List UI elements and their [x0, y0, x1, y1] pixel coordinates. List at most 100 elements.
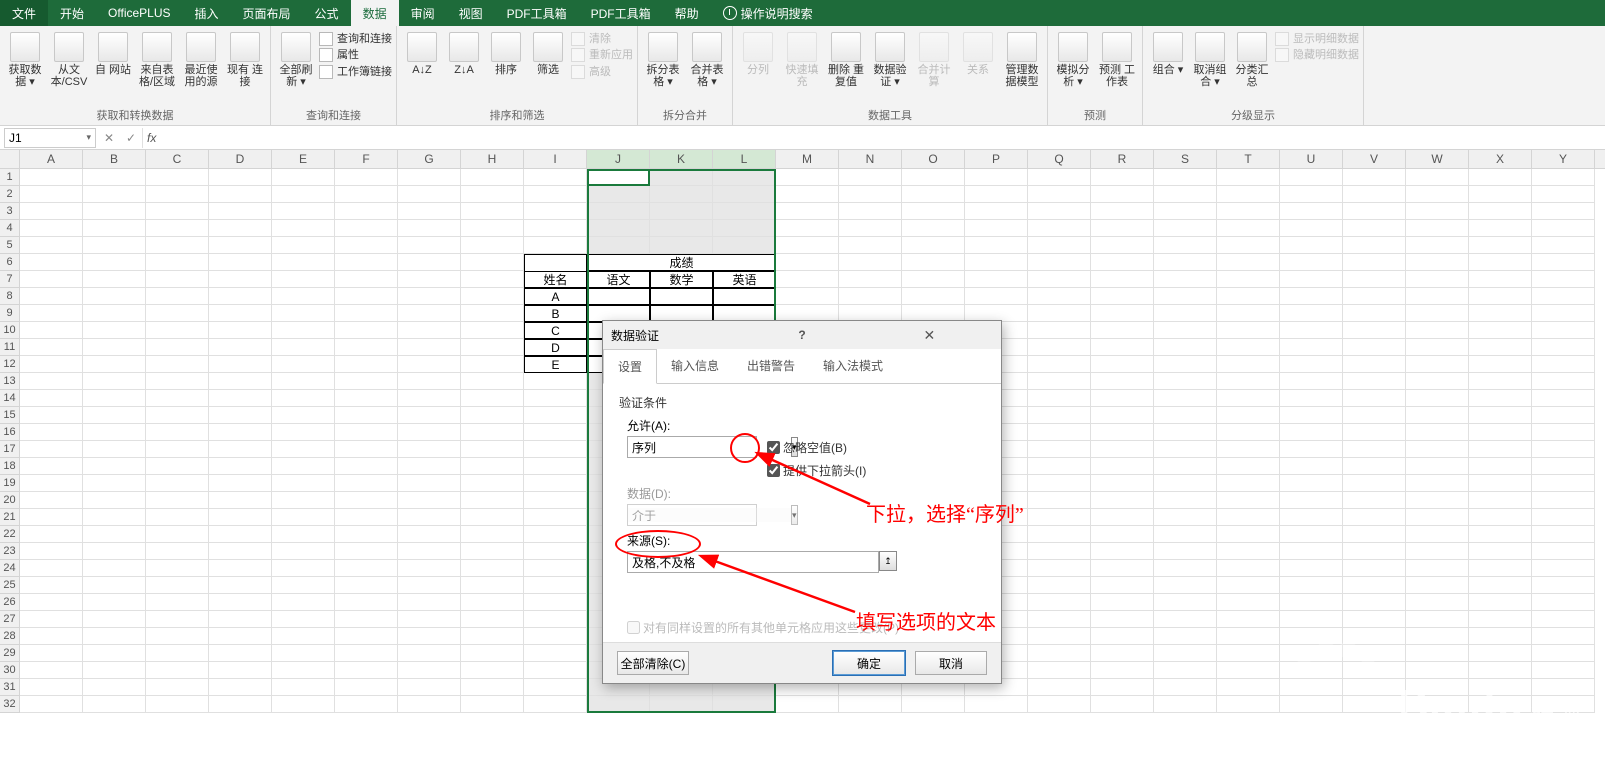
cell[interactable] [1091, 203, 1154, 220]
cell[interactable] [1469, 492, 1532, 509]
cell[interactable] [1217, 679, 1280, 696]
cell[interactable] [1154, 611, 1217, 628]
cell[interactable] [965, 186, 1028, 203]
cell[interactable] [209, 203, 272, 220]
close-icon[interactable]: ✕ [866, 327, 993, 344]
cell[interactable] [1532, 526, 1595, 543]
cell[interactable] [1154, 373, 1217, 390]
cell[interactable] [83, 594, 146, 611]
cell[interactable] [1154, 288, 1217, 305]
cell[interactable] [146, 509, 209, 526]
ribbon-button[interactable]: 取消组合 ▾ [1189, 28, 1231, 88]
cell[interactable] [1280, 254, 1343, 271]
cell[interactable] [1091, 271, 1154, 288]
row-header[interactable]: 1 [0, 169, 20, 186]
cell[interactable] [146, 407, 209, 424]
cell[interactable] [1028, 407, 1091, 424]
cell[interactable] [146, 169, 209, 186]
cell[interactable] [335, 475, 398, 492]
cell[interactable] [1406, 203, 1469, 220]
ribbon-small-item[interactable]: 属性 [319, 48, 392, 62]
cell[interactable] [1091, 577, 1154, 594]
col-header[interactable]: E [272, 150, 335, 168]
row-header[interactable]: 19 [0, 475, 20, 492]
cell[interactable] [1217, 305, 1280, 322]
cell[interactable] [650, 169, 713, 186]
cell[interactable] [1469, 628, 1532, 645]
cell[interactable] [524, 662, 587, 679]
cell[interactable] [1091, 696, 1154, 713]
row-header[interactable]: 6 [0, 254, 20, 271]
cell[interactable] [587, 696, 650, 713]
cell[interactable] [83, 356, 146, 373]
cell[interactable] [1343, 339, 1406, 356]
cell[interactable] [1406, 645, 1469, 662]
col-header[interactable]: V [1343, 150, 1406, 168]
cell[interactable] [1280, 560, 1343, 577]
cell[interactable] [650, 696, 713, 713]
ribbon-button[interactable]: 分类汇总 [1231, 28, 1273, 88]
cell[interactable] [1343, 373, 1406, 390]
cell[interactable] [272, 458, 335, 475]
cell[interactable] [1532, 611, 1595, 628]
col-header[interactable]: B [83, 150, 146, 168]
cell[interactable] [650, 288, 713, 305]
cell[interactable] [902, 271, 965, 288]
cell[interactable] [20, 543, 83, 560]
cell[interactable] [272, 526, 335, 543]
cell[interactable] [209, 628, 272, 645]
ribbon-button[interactable]: 预测 工作表 [1096, 28, 1138, 88]
tab-home[interactable]: 开始 [48, 0, 96, 26]
cell[interactable] [146, 322, 209, 339]
cell[interactable] [398, 237, 461, 254]
cell[interactable] [398, 203, 461, 220]
cell[interactable] [1469, 271, 1532, 288]
cell[interactable] [1028, 271, 1091, 288]
cell[interactable] [83, 339, 146, 356]
cell[interactable] [902, 237, 965, 254]
cell[interactable] [1343, 169, 1406, 186]
cell[interactable] [1091, 526, 1154, 543]
cell[interactable] [461, 339, 524, 356]
cell[interactable] [524, 492, 587, 509]
cell[interactable]: 成绩 [587, 254, 776, 271]
cell[interactable] [146, 662, 209, 679]
cell[interactable] [1217, 509, 1280, 526]
cell[interactable] [965, 237, 1028, 254]
allow-combo[interactable]: ▾ [627, 436, 757, 458]
row-header[interactable]: 2 [0, 186, 20, 203]
cell[interactable] [146, 543, 209, 560]
cell[interactable] [1469, 407, 1532, 424]
cell[interactable] [1343, 577, 1406, 594]
cell[interactable] [461, 237, 524, 254]
cell[interactable] [83, 186, 146, 203]
cell[interactable] [209, 305, 272, 322]
cell[interactable] [20, 203, 83, 220]
cell[interactable] [1532, 543, 1595, 560]
cell[interactable] [1532, 492, 1595, 509]
cell[interactable] [524, 526, 587, 543]
col-header[interactable]: L [713, 150, 776, 168]
row-header[interactable]: 12 [0, 356, 20, 373]
cell[interactable] [335, 526, 398, 543]
cell[interactable] [1028, 628, 1091, 645]
cell[interactable] [398, 220, 461, 237]
cell[interactable] [335, 492, 398, 509]
cell[interactable] [524, 645, 587, 662]
cell[interactable] [1343, 186, 1406, 203]
cell[interactable] [461, 679, 524, 696]
col-header[interactable]: R [1091, 150, 1154, 168]
cell[interactable] [1091, 441, 1154, 458]
cell[interactable] [461, 526, 524, 543]
cell[interactable] [524, 458, 587, 475]
cell[interactable] [1091, 237, 1154, 254]
cell[interactable] [398, 271, 461, 288]
cell[interactable] [1406, 339, 1469, 356]
cell[interactable] [965, 254, 1028, 271]
cell[interactable] [1469, 577, 1532, 594]
cell[interactable] [1406, 254, 1469, 271]
col-header[interactable]: S [1154, 150, 1217, 168]
cell[interactable] [1343, 271, 1406, 288]
cell[interactable] [1217, 441, 1280, 458]
cell[interactable] [1217, 390, 1280, 407]
